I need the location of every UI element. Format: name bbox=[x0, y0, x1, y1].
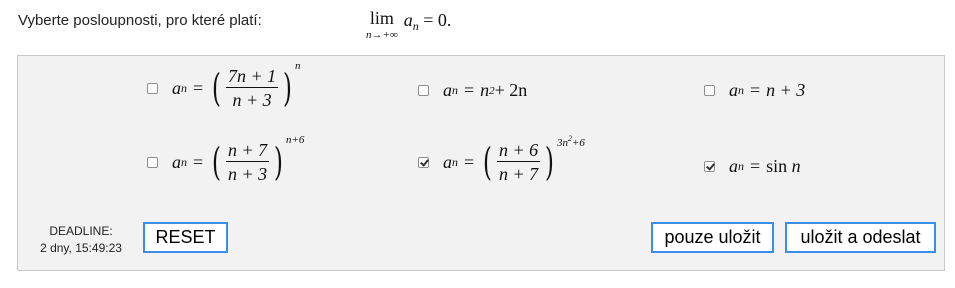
option-5-checkbox[interactable] bbox=[418, 156, 429, 168]
option-2[interactable]: an = n2 + 2n bbox=[418, 80, 527, 101]
limit-expression: lim n→+∞ an = 0. bbox=[366, 8, 451, 44]
question-text: Vyberte posloupnosti, pro které platí: bbox=[18, 12, 262, 29]
option-4[interactable]: an = ( n + 7n + 3 ) n+6 bbox=[147, 134, 305, 184]
option-4-formula: an = ( n + 7n + 3 ) n+6 bbox=[172, 134, 305, 184]
reset-button[interactable]: RESET bbox=[143, 222, 228, 253]
save-only-button[interactable]: pouze uložit bbox=[651, 222, 774, 253]
option-3-checkbox[interactable] bbox=[704, 85, 715, 96]
lim-body-subscript: n bbox=[412, 19, 419, 33]
option-4-exponent: n+6 bbox=[285, 134, 305, 146]
option-1-formula: an = ( 7n + 1n + 3 ) n bbox=[172, 60, 301, 110]
option-3-formula: an = n + 3 bbox=[729, 80, 806, 100]
save-and-submit-button[interactable]: uložit a odeslat bbox=[785, 222, 936, 253]
option-5[interactable]: an = ( n + 6n + 7 ) 3n2+6 bbox=[418, 134, 585, 184]
option-1[interactable]: an = ( 7n + 1n + 3 ) n bbox=[147, 60, 301, 110]
option-6-formula: an = sin n bbox=[729, 156, 801, 176]
deadline-value: 2 dny, 15:49:23 bbox=[40, 241, 122, 255]
option-5-formula: an = ( n + 6n + 7 ) 3n2+6 bbox=[443, 134, 585, 184]
option-3[interactable]: an = n + 3 bbox=[704, 80, 805, 101]
lim-word: lim bbox=[369, 8, 394, 28]
option-1-checkbox[interactable] bbox=[147, 82, 158, 94]
lim-rhs: = 0. bbox=[423, 10, 452, 30]
option-2-checkbox[interactable] bbox=[418, 85, 429, 96]
option-1-exponent: n bbox=[294, 60, 301, 72]
option-6-checkbox[interactable] bbox=[704, 161, 715, 172]
option-5-exponent: 3n2+6 bbox=[556, 134, 585, 149]
option-2-formula: an = n2 + 2n bbox=[443, 80, 528, 100]
deadline-label: DEADLINE: bbox=[49, 224, 113, 238]
deadline-info: DEADLINE: 2 dny, 15:49:23 bbox=[27, 223, 135, 257]
lim-subscript: n→+∞ bbox=[366, 29, 398, 41]
lim-body: a bbox=[403, 10, 413, 30]
option-6[interactable]: an = sin n bbox=[704, 156, 801, 177]
option-4-checkbox[interactable] bbox=[147, 156, 158, 168]
